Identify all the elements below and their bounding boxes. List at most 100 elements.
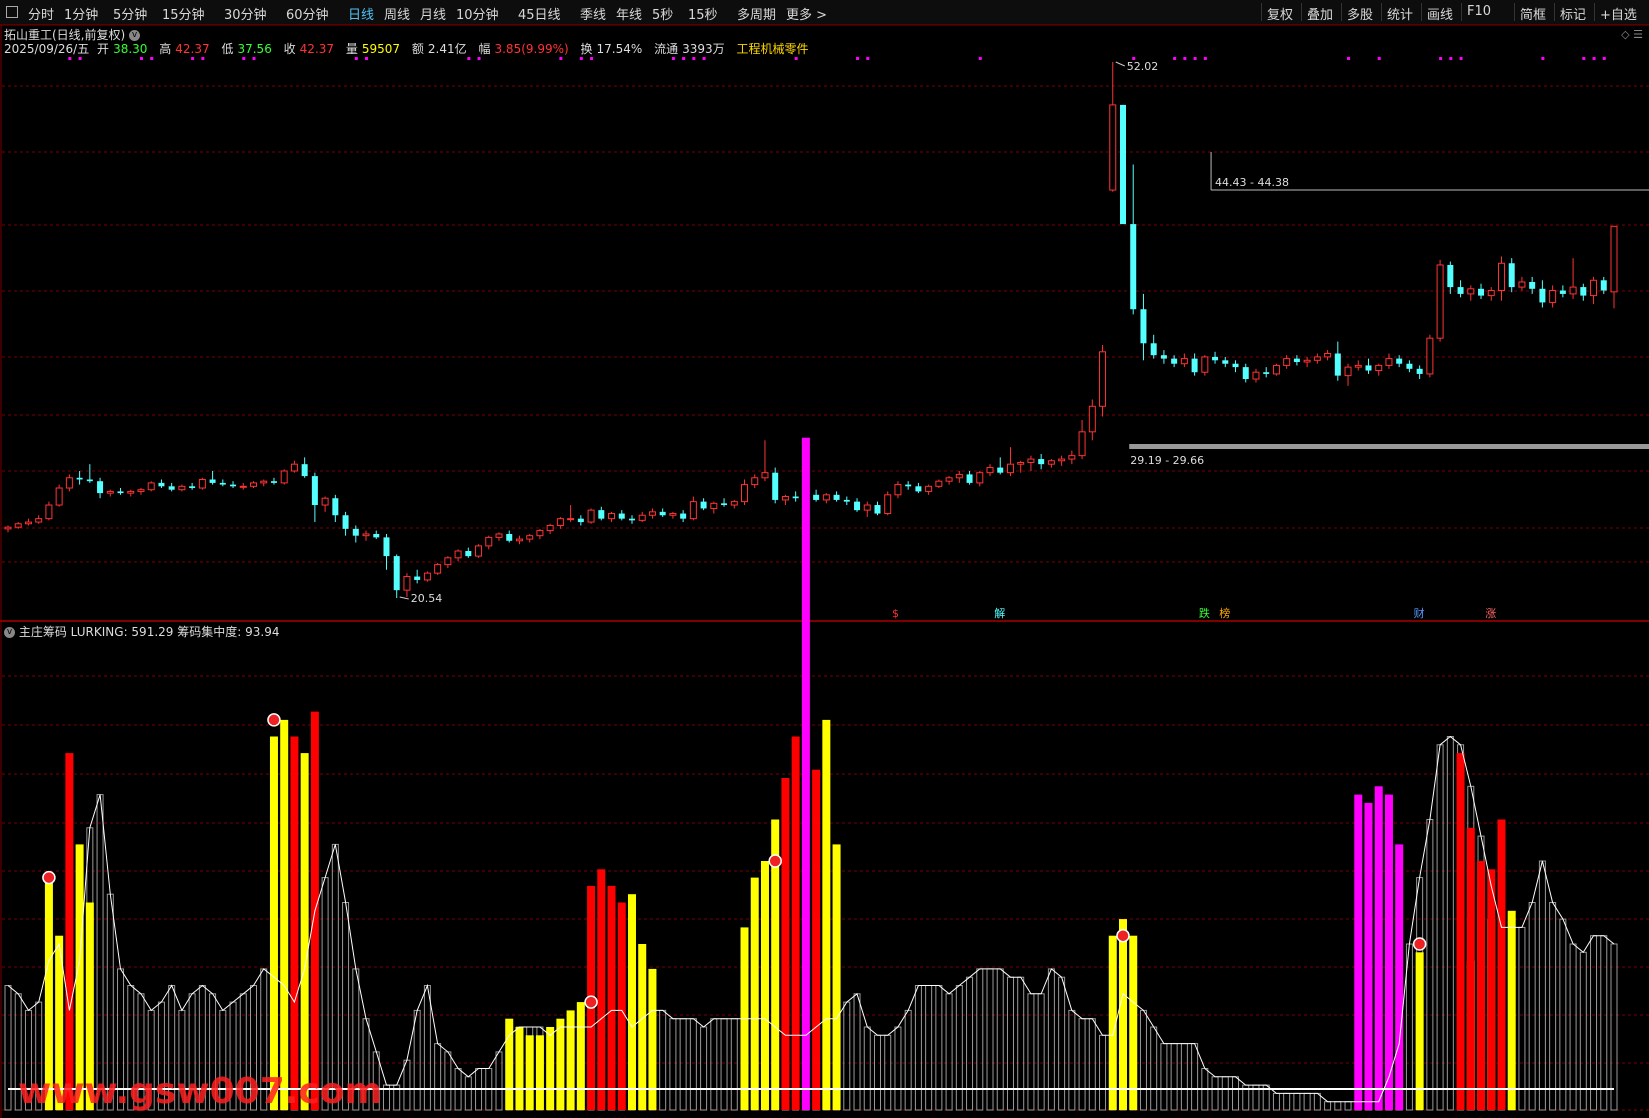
lurking-bar xyxy=(1170,1043,1178,1111)
candle-body-up xyxy=(147,482,155,491)
candle-body-up xyxy=(178,485,186,491)
candle-body-up xyxy=(935,480,943,487)
event-marker[interactable]: 涨 xyxy=(1485,607,1496,620)
lurking-bar xyxy=(1313,1092,1321,1111)
lurking-bar xyxy=(1272,1092,1280,1111)
red-bar xyxy=(1487,869,1496,1110)
candle-body-down xyxy=(1365,365,1372,371)
candle-body-up xyxy=(955,473,963,479)
candle-body-down xyxy=(1232,363,1239,368)
lurking-bar xyxy=(1221,1076,1229,1111)
magenta-bar xyxy=(801,437,810,1110)
candle-body-up xyxy=(1180,358,1188,365)
candle-body-up xyxy=(1058,458,1066,462)
candle-body-down xyxy=(311,476,318,506)
buy-signal-icon xyxy=(768,854,782,868)
candle-body-down xyxy=(618,513,625,519)
lurking-bar xyxy=(1426,819,1434,1111)
yellow-bar xyxy=(269,736,278,1110)
candle-body-down xyxy=(1508,263,1515,288)
lurking-bar xyxy=(1283,1092,1291,1111)
candle-body-up xyxy=(526,535,534,540)
candle-body-down xyxy=(373,533,380,538)
lurking-bar xyxy=(403,1059,411,1111)
signal-dot xyxy=(242,57,246,60)
lurking-bar xyxy=(1518,926,1526,1111)
lurking-bar xyxy=(1068,1009,1076,1111)
lurking-bar xyxy=(1150,1026,1158,1111)
candle-body-up xyxy=(35,518,43,523)
yellow-bar xyxy=(627,894,636,1110)
candle-body-up xyxy=(1047,460,1055,465)
buy-signal-icon xyxy=(1412,937,1427,951)
candle-body-up xyxy=(1467,288,1475,295)
event-marker[interactable]: 榜 xyxy=(1219,606,1230,620)
red-bar xyxy=(1456,753,1465,1110)
resistance-band-label: 44.43 - 44.38 xyxy=(1215,176,1289,189)
chart-canvas[interactable]: 52.02 20.54 44.43 - 44.38 29.19 - 29.66 $ 解 跌榜… xyxy=(0,0,1649,1118)
candle-body-up xyxy=(239,485,247,488)
candle-body-up xyxy=(423,572,431,581)
signal-dot xyxy=(201,57,205,60)
lurking-bar xyxy=(894,1026,902,1111)
candle-body-up xyxy=(1385,358,1393,366)
lurking-bar xyxy=(1549,902,1557,1111)
candle-body-down xyxy=(833,494,840,500)
candle-body-up xyxy=(198,478,206,489)
signal-dot xyxy=(794,57,798,60)
lurking-bar xyxy=(423,985,431,1111)
candle-body-up xyxy=(250,482,258,487)
candle-body-down xyxy=(332,498,339,516)
candle-body-up xyxy=(587,509,595,523)
candle-body-down xyxy=(1396,358,1403,364)
candle-body-up xyxy=(986,467,994,474)
event-marker[interactable]: 财 xyxy=(1414,606,1425,620)
candle-body-up xyxy=(45,504,53,520)
candle-body-down xyxy=(659,511,666,516)
candle-body-up xyxy=(1303,359,1311,363)
candle-body-down xyxy=(1171,358,1178,364)
candle-body-down xyxy=(1457,287,1464,294)
candle-body-down xyxy=(1160,355,1167,359)
signal-dot xyxy=(559,57,563,60)
candle-body-down xyxy=(414,576,421,580)
watermark-text: www.gsw007.com xyxy=(18,1071,382,1112)
lurking-bar xyxy=(945,993,953,1111)
candle-body-up xyxy=(608,513,616,520)
event-marker[interactable]: 跌 xyxy=(1199,606,1210,620)
lurking-bar xyxy=(689,1018,697,1111)
candle-body-up xyxy=(4,526,12,530)
candle-body-up xyxy=(137,489,145,492)
event-marker[interactable]: $ xyxy=(892,607,899,620)
yellow-bar xyxy=(1415,952,1424,1110)
signal-dot xyxy=(866,57,870,60)
buy-signal-icon xyxy=(584,995,598,1009)
candle-body-up xyxy=(1354,364,1362,368)
buy-signal-icon xyxy=(1116,928,1130,943)
candle-body-up xyxy=(1109,104,1117,191)
lurking-bar xyxy=(1610,943,1618,1111)
candle-body-down xyxy=(1529,281,1536,289)
signal-dot xyxy=(1183,57,1187,60)
yellow-bar xyxy=(1129,935,1138,1110)
signal-dot xyxy=(682,57,686,60)
candle-body-down xyxy=(383,537,390,557)
min-price-label: 20.54 xyxy=(411,592,443,605)
candle-body-up xyxy=(485,536,493,547)
lurking-bar xyxy=(669,1018,677,1111)
lurking-bar xyxy=(955,985,963,1111)
lurking-bar xyxy=(1590,935,1598,1111)
yellow-bar xyxy=(1118,919,1127,1110)
candle-body-up xyxy=(1068,455,1076,460)
candle-body-up xyxy=(1436,264,1444,339)
candle-body-up xyxy=(710,502,718,509)
candle-body-up xyxy=(1610,225,1618,293)
signal-dot xyxy=(856,57,860,60)
red-bar xyxy=(597,869,606,1110)
candle-body-down xyxy=(813,494,820,500)
candle-body-down xyxy=(1140,309,1147,344)
event-marker[interactable]: 解 xyxy=(994,606,1005,620)
lurking-bar xyxy=(1569,943,1577,1111)
candle-body-up xyxy=(556,518,564,526)
candle-body-up xyxy=(536,530,544,537)
